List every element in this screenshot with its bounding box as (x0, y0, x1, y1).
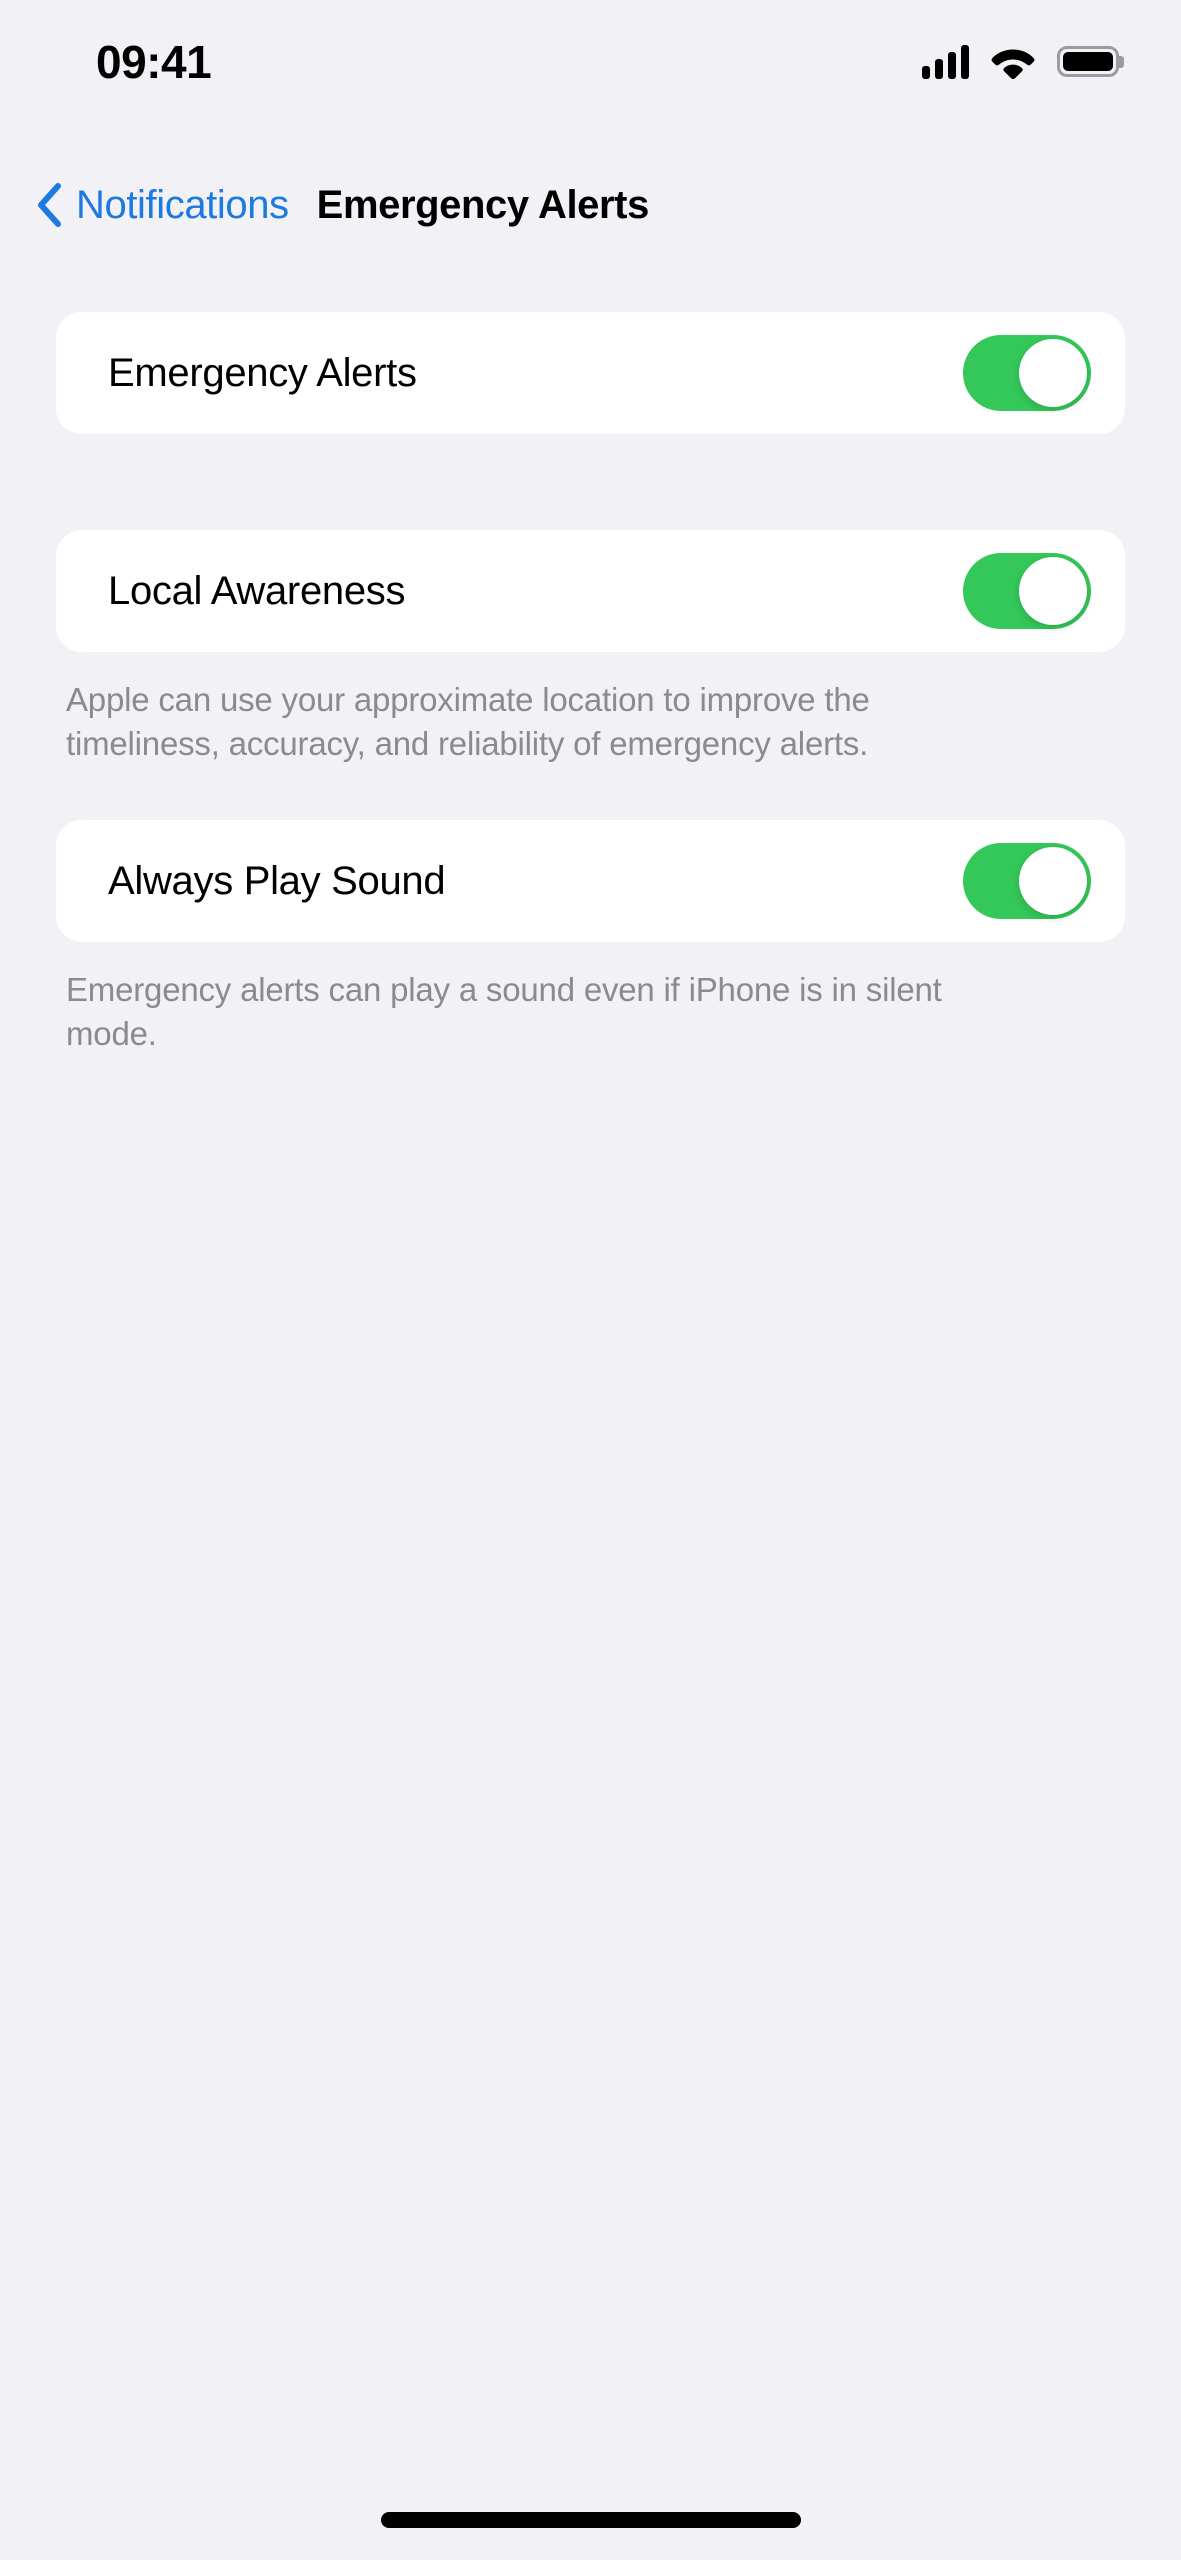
toggle-knob (1019, 339, 1087, 407)
settings-row-local-awareness[interactable]: Local Awareness (56, 530, 1125, 652)
settings-row-always-play-sound[interactable]: Always Play Sound (56, 819, 1125, 942)
status-icons-group (922, 44, 1119, 79)
row-label: Always Play Sound (108, 858, 446, 903)
signal-bars-icon (922, 44, 969, 79)
iphone-screen: 09:41 Notifications Emergency Alerts Eme… (0, 0, 1181, 2560)
wifi-icon (991, 49, 1035, 79)
back-button[interactable]: Notifications (36, 183, 289, 227)
section-footer-local-awareness: Apple can use your approximate location … (66, 681, 870, 762)
status-time: 09:41 (96, 35, 212, 88)
toggle-emergency-alerts[interactable] (963, 335, 1091, 411)
chevron-left-icon (38, 183, 61, 227)
settings-row-emergency-alerts[interactable]: Emergency Alerts (56, 312, 1125, 434)
row-label: Emergency Alerts (108, 351, 417, 395)
back-button-label: Notifications (76, 183, 289, 227)
status-bar: 09:41 (0, 0, 1181, 105)
page-title: Emergency Alerts (316, 183, 650, 227)
battery-icon (1057, 46, 1119, 77)
toggle-always-play-sound[interactable] (963, 842, 1091, 919)
toggle-local-awareness[interactable] (963, 553, 1091, 629)
toggle-knob (1019, 557, 1087, 625)
battery-fill (1063, 52, 1113, 71)
section-footer-always-play-sound: Emergency alerts can play a sound even i… (66, 970, 942, 1052)
settings-list: Emergency Alerts Local Awareness Apple c… (0, 312, 1181, 1056)
row-label: Local Awareness (108, 569, 406, 613)
navigation-bar: Notifications Emergency Alerts (0, 168, 1181, 242)
home-indicator[interactable] (380, 2512, 801, 2528)
toggle-knob (1019, 846, 1087, 915)
